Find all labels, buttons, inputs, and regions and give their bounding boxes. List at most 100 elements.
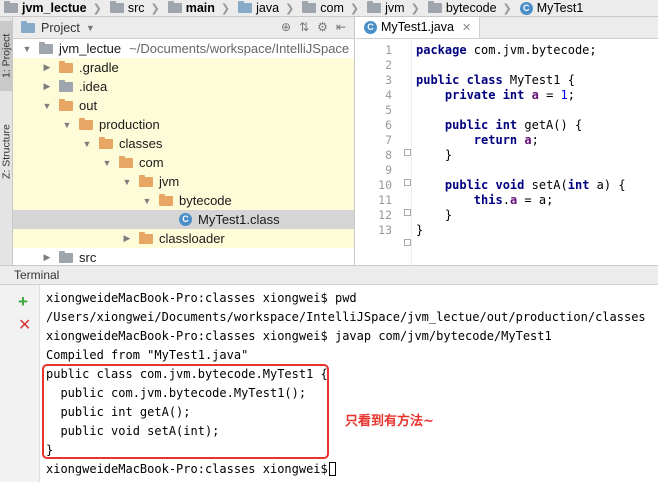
- line-number: 5: [385, 103, 392, 117]
- breadcrumb-label: bytecode: [445, 1, 497, 15]
- project-panel: Project ▼ ⊕ ⇅ ⚙ ⇤ ▼ jvm_lectue ~/Documents…: [13, 17, 355, 265]
- code-line: public int getA() {: [416, 118, 626, 133]
- left-tool-strip: 1: Project Z: Structure: [0, 17, 13, 265]
- breadcrumb-separator-icon: ❯: [349, 2, 360, 15]
- editor-tab-mytest1[interactable]: C MyTest1.java ✕: [356, 17, 481, 38]
- tool-tab-project[interactable]: 1: Project: [0, 21, 13, 91]
- fold-marker-icon[interactable]: [404, 179, 411, 186]
- tree-item[interactable]: ▶ classloader: [13, 229, 354, 248]
- tree-item-label: jvm_lectue: [59, 41, 122, 56]
- expanded-arrow-icon[interactable]: ▼: [81, 139, 93, 149]
- code-line: return a;: [416, 133, 626, 148]
- line-number: 12: [378, 208, 392, 222]
- line-number: 2: [385, 58, 392, 72]
- tool-tab-structure[interactable]: Z: Structure: [0, 109, 13, 195]
- tree-item[interactable]: ▼ com: [13, 153, 354, 172]
- code-token: a: [524, 133, 532, 147]
- expanded-arrow-icon[interactable]: ▼: [41, 101, 53, 111]
- locate-icon[interactable]: ⊕: [281, 20, 291, 34]
- expanded-arrow-icon[interactable]: ▼: [101, 158, 113, 168]
- close-terminal-x-icon[interactable]: ✕: [18, 317, 31, 334]
- tree-item[interactable]: ▶ .idea: [13, 77, 354, 96]
- code-token: this: [473, 193, 503, 207]
- tree-item[interactable]: ▶ src: [13, 248, 354, 265]
- hide-icon[interactable]: ⇤: [336, 20, 346, 34]
- fold-marker-icon[interactable]: [404, 239, 411, 246]
- code-line: }: [416, 223, 626, 238]
- tree-item[interactable]: ▼ classes: [13, 134, 354, 153]
- new-terminal-plus-icon[interactable]: +: [18, 293, 28, 310]
- gear-icon[interactable]: ⚙: [317, 20, 328, 34]
- code-token: setA(: [524, 178, 568, 192]
- breadcrumb-label: jvm_lectue: [22, 1, 87, 15]
- tree-item[interactable]: ▼ jvm_lectue ~/Documents/workspace/Intelli…: [13, 39, 354, 58]
- excluded-folder-icon: [139, 174, 153, 187]
- terminal-line: xiongweideMacBook-Pro:classes xiongwei$ …: [46, 327, 658, 346]
- folder-gray-icon: [427, 1, 442, 13]
- dropdown-arrow-icon[interactable]: ▼: [86, 23, 95, 33]
- line-number: 8: [385, 148, 392, 162]
- breadcrumb-item[interactable]: bytecode ❯: [424, 0, 516, 16]
- tree-item-label: MyTest1.class: [198, 212, 280, 227]
- breadcrumb-item[interactable]: src ❯: [106, 0, 164, 16]
- line-number: 9: [385, 163, 392, 177]
- breadcrumb-item[interactable]: main ❯: [164, 0, 234, 16]
- breadcrumb-item[interactable]: java ❯: [234, 0, 298, 16]
- breadcrumb-separator-icon: ❯: [220, 2, 231, 15]
- expanded-arrow-icon[interactable]: ▼: [121, 177, 133, 187]
- folder-gray-icon: [4, 1, 18, 13]
- tree-item[interactable]: ▼ bytecode: [13, 191, 354, 210]
- expanded-arrow-icon[interactable]: ▼: [61, 120, 73, 130]
- tree-item-label: com: [139, 155, 164, 170]
- collapsed-arrow-icon[interactable]: ▶: [41, 62, 53, 73]
- terminal-line: xiongweideMacBook-Pro:classes xiongwei$: [46, 460, 658, 479]
- code-token: ;: [567, 88, 576, 102]
- folder-icon: [59, 79, 73, 92]
- tree-item-label: classloader: [159, 231, 225, 246]
- breadcrumb-item[interactable]: jvm_lectue ❯: [0, 0, 106, 16]
- code-token: }: [416, 148, 453, 162]
- excluded-folder-icon: [59, 60, 73, 73]
- breadcrumb-label: MyTest1: [536, 1, 584, 15]
- tree-item[interactable]: C MyTest1.class: [13, 210, 354, 229]
- line-number: 7: [385, 133, 392, 147]
- fold-marker-icon[interactable]: [404, 149, 411, 156]
- breadcrumb-label: com: [320, 1, 344, 15]
- tree-item-label: classes: [119, 136, 163, 151]
- folder-gray-icon: [367, 1, 382, 13]
- tree-item-label: .gradle: [79, 60, 119, 75]
- tree-item[interactable]: ▶ .gradle: [13, 58, 354, 77]
- collapse-icon[interactable]: ⇅: [299, 20, 309, 34]
- tree-item[interactable]: ▼ production: [13, 115, 354, 134]
- line-number: 13: [378, 223, 392, 237]
- code-token: public int: [444, 118, 518, 132]
- breadcrumb-label: jvm: [385, 1, 405, 15]
- excluded-folder-icon: [79, 117, 93, 130]
- expanded-arrow-icon[interactable]: ▼: [141, 196, 153, 206]
- project-panel-title[interactable]: Project: [41, 21, 80, 35]
- fold-marker-icon[interactable]: [404, 209, 411, 216]
- collapsed-arrow-icon[interactable]: ▶: [121, 233, 133, 244]
- code-line: }: [416, 208, 626, 223]
- tree-item-label: production: [99, 117, 160, 132]
- tree-item-label: .idea: [79, 79, 108, 94]
- tree-item[interactable]: ▼ out: [13, 96, 354, 115]
- line-number-gutter: 1 2 3 4 5 6 7 8 9 10 11 12 13: [356, 43, 400, 238]
- expanded-arrow-icon[interactable]: ▼: [21, 44, 33, 54]
- close-tab-icon[interactable]: ✕: [462, 21, 471, 34]
- breadcrumb-item[interactable]: com ❯: [298, 0, 363, 16]
- editor-tabs: C MyTest1.java ✕: [356, 17, 658, 39]
- terminal-line: /Users/xiongwei/Documents/workspace/Inte…: [46, 308, 658, 327]
- collapsed-arrow-icon[interactable]: ▶: [41, 252, 53, 263]
- collapsed-arrow-icon[interactable]: ▶: [41, 81, 53, 92]
- tree-item[interactable]: ▼ jvm: [13, 172, 354, 191]
- breadcrumb-item[interactable]: jvm ❯: [363, 0, 424, 16]
- excluded-folder-icon: [159, 193, 173, 206]
- code-token: = a;: [517, 193, 554, 207]
- breadcrumb-item[interactable]: C MyTest1: [516, 0, 588, 16]
